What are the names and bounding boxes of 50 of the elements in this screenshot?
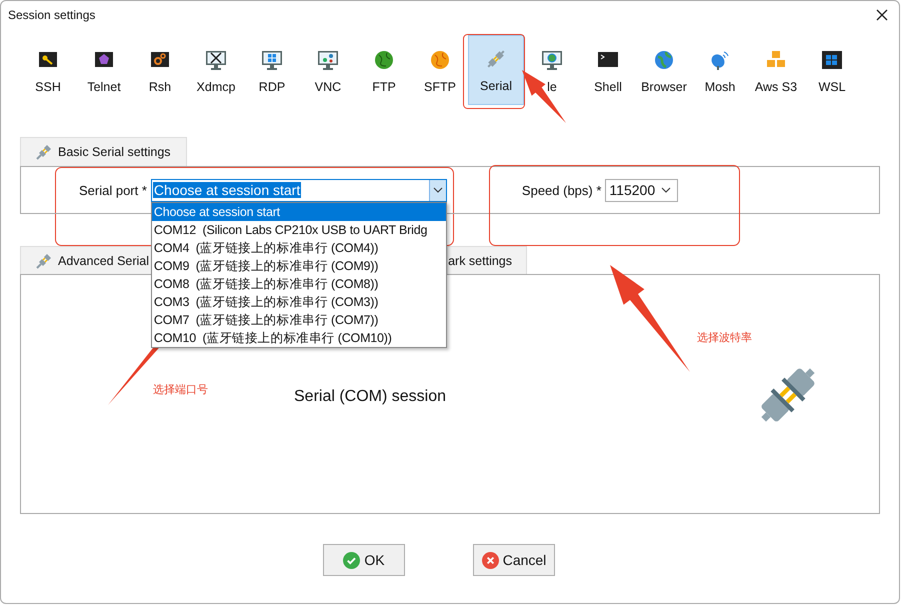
session-type-button[interactable]: Shell (580, 40, 636, 106)
basic-settings-tab[interactable]: Basic Serial settings (20, 137, 187, 166)
window-title: Session settings (8, 8, 96, 22)
satellite-dish-icon (709, 49, 731, 71)
dropdown-option[interactable]: COM12 (Silicon Labs CP210x USB to UART Bridg (152, 220, 446, 238)
monitor-icon (261, 49, 283, 71)
plug-icon (36, 144, 52, 160)
dropdown-option[interactable]: COM8 (蓝牙链接上的标准串行 (COM8)) (152, 274, 446, 292)
globe-icon (429, 49, 451, 71)
session-type-button[interactable]: Mosh (692, 40, 748, 106)
serial-port-label: Serial port * (79, 182, 147, 198)
session-type-button[interactable]: RDP (244, 40, 300, 106)
session-type-button[interactable]: Rsh (132, 40, 188, 106)
annotation-text: 选择端口号 (153, 383, 208, 397)
globe-icon (373, 49, 395, 71)
session-type-button[interactable]: Browser (636, 40, 692, 106)
annotation-text: 选择波特率 (697, 330, 752, 345)
monitor-icon (317, 49, 339, 71)
cancel-button[interactable]: Cancel (473, 544, 555, 576)
dropdown-option[interactable]: COM3 (蓝牙链接上的标准串行 (COM3)) (152, 292, 446, 310)
session-title: Serial (COM) session (294, 388, 446, 406)
plug-icon (485, 48, 507, 70)
session-type-button[interactable]: Serial (468, 35, 524, 105)
chevron-down-icon (432, 187, 443, 193)
windows-icon (821, 49, 843, 71)
session-type-button[interactable]: Xdmcp (188, 40, 244, 106)
session-type-button[interactable]: FTP (356, 40, 412, 106)
speed-label: Speed (bps) * (522, 182, 602, 198)
close-icon (482, 552, 499, 568)
serial-port-dropdown[interactable]: Choose at session start (150, 178, 447, 202)
bookmark-settings-tab[interactable]: ark settings (447, 246, 527, 274)
dropdown-option[interactable]: Choose at session start (152, 202, 446, 220)
monitor-icon (205, 49, 227, 71)
session-type-button[interactable]: Aws S3 (748, 40, 804, 106)
session-type-button[interactable]: Telnet (76, 40, 132, 106)
dropdown-option[interactable]: COM10 (蓝牙链接上的标准串行 (COM10)) (152, 328, 446, 346)
check-icon (343, 552, 360, 568)
annotation-arrow (522, 70, 566, 123)
speed-dropdown[interactable]: 115200 (605, 178, 678, 202)
globe-icon (653, 49, 675, 71)
close-icon[interactable] (876, 9, 888, 21)
session-type-button[interactable]: SFTP (412, 40, 468, 106)
chevron-down-icon (661, 187, 672, 193)
ok-button[interactable]: OK (323, 544, 405, 576)
session-type-button[interactable]: VNC (300, 40, 356, 106)
session-type-button[interactable]: WSL (804, 40, 860, 106)
session-type-button[interactable]: SSH (20, 40, 76, 106)
dropdown-option[interactable]: COM7 (蓝牙链接上的标准串行 (COM7)) (152, 310, 446, 328)
monitor-icon (541, 49, 563, 71)
plug-icon (36, 252, 52, 268)
